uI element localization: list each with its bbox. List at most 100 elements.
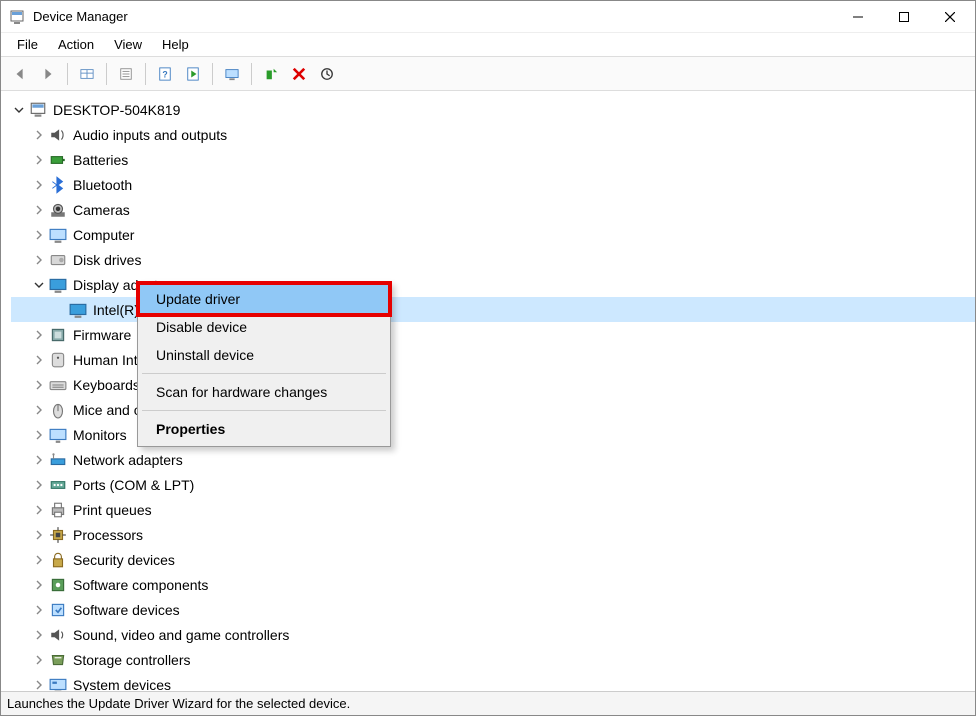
device-tree[interactable]: DESKTOP-504K819Audio inputs and outputs B…: [1, 91, 975, 691]
menu-action[interactable]: Action: [48, 35, 104, 54]
tree-item-label: Bluetooth: [73, 177, 132, 193]
chevron-right-icon[interactable]: [31, 352, 47, 368]
chevron-right-icon[interactable]: [31, 502, 47, 518]
toolbar-separator: [251, 63, 252, 85]
component-icon: [49, 576, 67, 594]
tree-item[interactable]: Computer: [11, 222, 975, 247]
toolbar-uninstall-button[interactable]: [286, 61, 312, 87]
tree-item[interactable]: Sound, video and game controllers: [11, 622, 975, 647]
chevron-right-icon[interactable]: [31, 202, 47, 218]
tree-item[interactable]: Batteries: [11, 147, 975, 172]
tree-item[interactable]: Cameras: [11, 197, 975, 222]
display-icon: [49, 276, 67, 294]
tree-item-label: Keyboards: [73, 377, 140, 393]
toolbar-show-hidden-button[interactable]: [74, 61, 100, 87]
toolbar-forward-button[interactable]: [35, 61, 61, 87]
tree-item-label: Processors: [73, 527, 143, 543]
tree-item-label: Software components: [73, 577, 208, 593]
tree-item-label: Batteries: [73, 152, 128, 168]
chevron-right-icon[interactable]: [31, 577, 47, 593]
toolbar-update-driver-button[interactable]: [258, 61, 284, 87]
chevron-right-icon[interactable]: [31, 227, 47, 243]
chevron-right-icon[interactable]: [31, 402, 47, 418]
tree-item-label: Disk drives: [73, 252, 141, 268]
toolbar-scan-button[interactable]: [314, 61, 340, 87]
tree-root-item[interactable]: DESKTOP-504K819: [11, 97, 975, 122]
close-button[interactable]: [927, 1, 973, 33]
chevron-right-icon[interactable]: [31, 527, 47, 543]
chevron-right-icon[interactable]: [31, 552, 47, 568]
tree-item-label: Sound, video and game controllers: [73, 627, 289, 643]
tree-item[interactable]: Audio inputs and outputs: [11, 122, 975, 147]
chevron-right-icon[interactable]: [31, 602, 47, 618]
tree-item-label: Software devices: [73, 602, 180, 618]
tree-item-label: Network adapters: [73, 452, 183, 468]
context-menu-item[interactable]: Update driver: [140, 285, 388, 313]
bluetooth-icon: [49, 176, 67, 194]
menu-file[interactable]: File: [7, 35, 48, 54]
tree-item-label: Monitors: [73, 427, 127, 443]
toolbar-view-button[interactable]: [219, 61, 245, 87]
toolbar-properties-button[interactable]: [113, 61, 139, 87]
chevron-right-icon[interactable]: [31, 127, 47, 143]
chevron-right-icon[interactable]: [31, 152, 47, 168]
security-icon: [49, 551, 67, 569]
context-menu-item[interactable]: Disable device: [140, 313, 388, 341]
toolbar-back-button[interactable]: [7, 61, 33, 87]
menu-view[interactable]: View: [104, 35, 152, 54]
display-icon: [69, 301, 87, 319]
computer-root-icon: [29, 101, 47, 119]
toolbar-action-button[interactable]: [180, 61, 206, 87]
keyboard-icon: [49, 376, 67, 394]
tree-item-label: Cameras: [73, 202, 130, 218]
chevron-down-icon[interactable]: [31, 277, 47, 293]
minimize-button[interactable]: [835, 1, 881, 33]
chevron-right-icon[interactable]: [31, 327, 47, 343]
context-menu-separator: [142, 373, 386, 374]
menu-help[interactable]: Help: [152, 35, 199, 54]
monitor-icon: [49, 426, 67, 444]
toolbar-separator: [67, 63, 68, 85]
sound-icon: [49, 626, 67, 644]
speaker-icon: [49, 126, 67, 144]
chevron-right-icon[interactable]: [31, 252, 47, 268]
cpu-icon: [49, 526, 67, 544]
tree-item[interactable]: System devices: [11, 672, 975, 691]
toolbar-separator: [145, 63, 146, 85]
tree-item[interactable]: Software devices: [11, 597, 975, 622]
chevron-right-icon[interactable]: [31, 177, 47, 193]
chevron-right-icon[interactable]: [31, 652, 47, 668]
context-menu: Update driverDisable deviceUninstall dev…: [137, 281, 391, 447]
software-icon: [49, 601, 67, 619]
battery-icon: [49, 151, 67, 169]
tree-item[interactable]: Processors: [11, 522, 975, 547]
tree-item-label: Firmware: [73, 327, 131, 343]
chevron-down-icon[interactable]: [11, 102, 27, 118]
tree-item-label: Security devices: [73, 552, 175, 568]
toolbar-help-button[interactable]: ?: [152, 61, 178, 87]
context-menu-item[interactable]: Uninstall device: [140, 341, 388, 369]
computer-icon: [49, 226, 67, 244]
tree-item[interactable]: Print queues: [11, 497, 975, 522]
ports-icon: [49, 476, 67, 494]
storage-icon: [49, 651, 67, 669]
context-menu-item[interactable]: Scan for hardware changes: [140, 378, 388, 406]
network-icon: [49, 451, 67, 469]
tree-item[interactable]: Storage controllers: [11, 647, 975, 672]
maximize-button[interactable]: [881, 1, 927, 33]
chevron-right-icon[interactable]: [31, 452, 47, 468]
chevron-right-icon[interactable]: [31, 427, 47, 443]
chevron-right-icon[interactable]: [31, 377, 47, 393]
context-menu-item[interactable]: Properties: [140, 415, 388, 443]
tree-item[interactable]: Bluetooth: [11, 172, 975, 197]
tree-item[interactable]: Software components: [11, 572, 975, 597]
tree-item[interactable]: Ports (COM & LPT): [11, 472, 975, 497]
chevron-right-icon[interactable]: [31, 677, 47, 692]
mouse-icon: [49, 401, 67, 419]
tree-item[interactable]: Disk drives: [11, 247, 975, 272]
tree-item[interactable]: Security devices: [11, 547, 975, 572]
toolbar-separator: [106, 63, 107, 85]
tree-item[interactable]: Network adapters: [11, 447, 975, 472]
chevron-right-icon[interactable]: [31, 477, 47, 493]
chevron-right-icon[interactable]: [31, 627, 47, 643]
